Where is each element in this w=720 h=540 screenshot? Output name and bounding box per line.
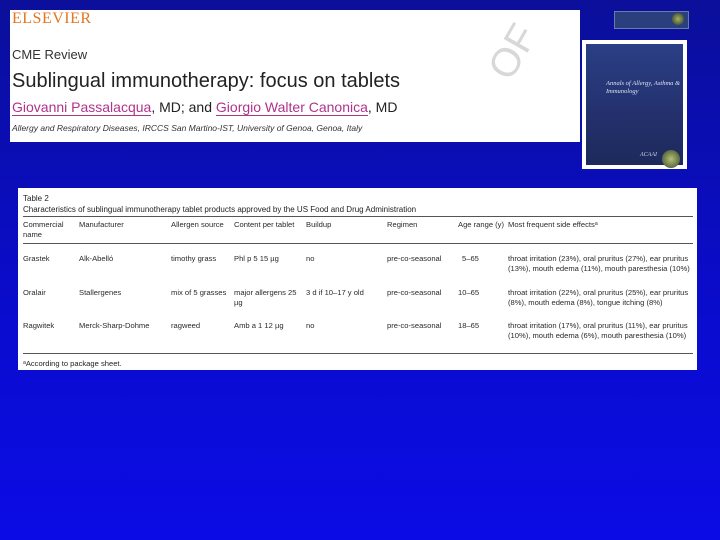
header-regimen: Regimen: [387, 220, 418, 229]
table-top-rule: [23, 216, 693, 217]
author-separator-1: , MD; and: [151, 99, 216, 115]
author-separator-2: , MD: [367, 99, 398, 115]
table-cell: Grastek: [23, 254, 50, 263]
table-cell: no: [306, 321, 315, 330]
table-cell: throat irritation (23%), oral pruritus (…: [508, 254, 690, 273]
header-allergen-source: Allergen source: [171, 220, 224, 229]
journal-cover-logo: ACAAI: [640, 152, 657, 158]
journal-thumbnail-small: [614, 11, 689, 29]
table-cell: Alk-Abelló: [79, 254, 114, 263]
table-cell: throat irritation (22%), oral pruritus (…: [508, 288, 689, 307]
table-cell: 10–65: [458, 288, 480, 297]
table-cell: Merck-Sharp-Dohme: [79, 321, 150, 330]
table-header-rule: [23, 243, 693, 244]
journal-cover-artwork: Annals of Allergy, Asthma & Immunology A…: [586, 44, 683, 168]
section-label: CME Review: [12, 47, 88, 62]
table-cell: Stallergenes: [79, 288, 122, 297]
author-1-link[interactable]: Giovanni Passalacqua: [12, 99, 152, 116]
header-manufacturer: Manufacturer: [79, 220, 124, 229]
article-header: ELSEVIER CME Review Sublingual immunothe…: [10, 10, 580, 142]
table-cell: 18–65: [458, 321, 480, 330]
table-bottom-rule: [23, 353, 693, 354]
proof-watermark: OF: [480, 16, 546, 87]
article-title: Sublingual immunotherapy: focus on table…: [12, 70, 401, 92]
table-cell: pre-co-seasonal: [387, 288, 442, 297]
header-commercial-name: Commercial name: [23, 220, 64, 239]
seal-icon: [662, 150, 680, 168]
table-cell: ragweed: [171, 321, 201, 330]
header-age-range: Age range (y): [458, 220, 505, 229]
seal-icon: [672, 13, 684, 25]
table-caption: Characteristics of sublingual immunother…: [23, 205, 417, 214]
table-cell: 5–65: [462, 254, 479, 263]
table-panel: Table 2 Characteristics of sublingual im…: [18, 188, 697, 370]
header-content-per-tablet: Content per tablet: [234, 220, 295, 229]
table-footnote: ᵃAccording to package sheet.: [23, 359, 122, 368]
table-cell: mix of 5 grasses: [171, 288, 227, 297]
journal-cover-title: Annals of Allergy, Asthma & Immunology: [606, 80, 681, 95]
table-cell: timothy grass: [171, 254, 217, 263]
author-2-link[interactable]: Giorgio Walter Canonica: [215, 99, 368, 116]
table-cell: Phl p 5 15 µg: [234, 254, 279, 263]
affiliation: Allergy and Respiratory Diseases, IRCCS …: [12, 123, 363, 133]
table-cell: Oralair: [23, 288, 46, 297]
table-cell: major allergens 25 µg: [234, 288, 297, 307]
table-cell: no: [306, 254, 315, 263]
table-cell: Amb a 1 12 µg: [234, 321, 284, 330]
table-cell: Ragwitek: [23, 321, 55, 330]
header-side-effects: Most frequent side effectsᵃ: [508, 220, 598, 229]
header-buildup: Buildup: [306, 220, 332, 229]
table-cell: throat irritation (17%), oral pruritus (…: [508, 321, 688, 340]
author-line: Giovanni Passalacqua, MD; and Giorgio Wa…: [12, 99, 398, 116]
table-cell: 3 d if 10–17 y old: [306, 288, 364, 297]
table-cell: pre-co-seasonal: [387, 254, 442, 263]
table-label: Table 2: [23, 194, 49, 203]
journal-cover: Annals of Allergy, Asthma & Immunology A…: [582, 40, 687, 169]
publisher-logo: ELSEVIER: [12, 10, 92, 27]
table-cell: pre-co-seasonal: [387, 321, 442, 330]
